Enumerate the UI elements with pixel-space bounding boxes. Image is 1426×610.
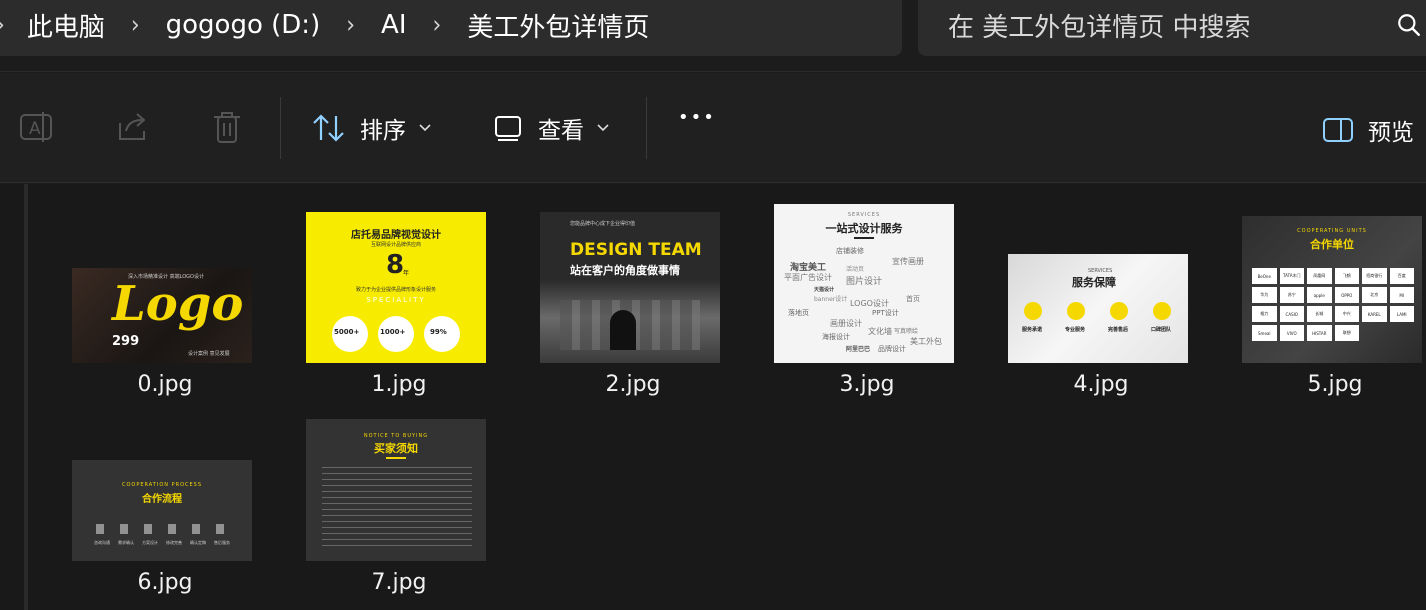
- more-icon: •••: [678, 107, 716, 128]
- view-icon: [495, 116, 521, 141]
- file-name[interactable]: 7.jpg: [294, 570, 504, 595]
- partner-logo: 苏宁: [1279, 287, 1304, 303]
- partner-logo: 凤凰网: [1307, 268, 1332, 284]
- partner-logo: 北京: [1362, 287, 1387, 303]
- chevron-right-icon[interactable]: ›: [131, 11, 140, 39]
- view-button[interactable]: 查看: [494, 111, 610, 145]
- search-icon[interactable]: [1396, 12, 1422, 38]
- partner-logo: OPPO: [1334, 287, 1359, 303]
- trash-icon: [214, 112, 240, 143]
- partner-logo: BeOne: [1252, 268, 1277, 284]
- preview-pane-icon: [1323, 118, 1353, 142]
- breadcrumb-ai[interactable]: AI: [381, 10, 406, 40]
- partner-logo: apple: [1307, 287, 1332, 303]
- file-thumbnail: SERVICES 一站式设计服务 店铺装修 宣传画册 淘宝美工 平面广告设计 图…: [774, 204, 954, 363]
- sort-icon: [313, 114, 344, 142]
- preview-pane-button[interactable]: 预览: [1322, 113, 1414, 147]
- partner-logo: MI: [1389, 287, 1414, 303]
- search-box[interactable]: 在 美工外包详情页 中搜索: [918, 0, 1426, 56]
- file-thumbnail: COOPERATION PROCESS 合作流程 咨询沟通 需求确认 方案设计 …: [72, 460, 252, 561]
- view-label: 查看: [538, 118, 584, 144]
- partner-logo: 招商银行: [1362, 268, 1387, 284]
- partner-logo: 格力: [1252, 306, 1277, 322]
- file-item[interactable]: 深入市场精准设计 高端LOGO设计 Logo 299 设计案例 意见发展 0.j…: [60, 212, 270, 402]
- breadcrumb-current-folder[interactable]: 美工外包详情页: [467, 7, 649, 44]
- chevron-down-icon: [419, 124, 431, 132]
- sort-button[interactable]: 排序: [312, 111, 432, 145]
- file-item[interactable]: 您能品牌中心成下企业得印值 DESIGN TEAM 站在客户的角度做事情 2.j…: [528, 212, 738, 402]
- file-item[interactable]: 店托易品牌视觉设计 互联网设计品牌供应商 8 年 致力于为企业提供品牌形象设计服…: [294, 212, 504, 402]
- chevron-down-icon: [597, 124, 609, 132]
- file-item[interactable]: SERVICES 服务保障 服务承诺 专业服务 完善售后 口碑团队 4.jpg: [996, 212, 1206, 402]
- file-thumbnail: 您能品牌中心成下企业得印值 DESIGN TEAM 站在客户的角度做事情: [540, 212, 720, 363]
- partner-logo: KAREL: [1362, 306, 1387, 322]
- address-bar[interactable]: › 此电脑 › gogogo (D:) › AI › 美工外包详情页: [0, 0, 902, 56]
- file-thumbnail: NOTICE TO BUYING 买家须知: [306, 419, 486, 561]
- title-bar: › 此电脑 › gogogo (D:) › AI › 美工外包详情页 在 美工外…: [0, 0, 1426, 72]
- partner-logo: 百度: [1389, 268, 1414, 284]
- file-name[interactable]: 0.jpg: [60, 372, 270, 397]
- file-item[interactable]: COOPERATING UNITS 合作单位 BeOne TATA木门 凤凰网 飞鹤招…: [1230, 212, 1426, 402]
- partner-logo: 长城: [1307, 306, 1332, 322]
- more-options-button[interactable]: •••: [678, 107, 716, 128]
- nav-pane-edge: [24, 184, 28, 610]
- file-thumbnail: 深入市场精准设计 高端LOGO设计 Logo 299 设计案例 意见发展: [72, 268, 252, 363]
- chevron-right-icon[interactable]: ›: [433, 11, 442, 39]
- logo-grid: BeOne TATA木门 凤凰网 飞鹤 招商银行 百度华为 苏宁 apple OPPO 北京 MI 格…: [1252, 268, 1414, 341]
- partner-logo: 联想: [1334, 325, 1359, 341]
- breadcrumb-drive[interactable]: gogogo (D:): [166, 10, 321, 40]
- partner-logo: LAMI: [1389, 306, 1414, 322]
- partner-logo: TATA木门: [1279, 268, 1304, 284]
- file-item[interactable]: NOTICE TO BUYING 买家须知 7.jpg: [294, 410, 504, 600]
- sort-label: 排序: [360, 118, 406, 144]
- partner-logo: VIVO: [1279, 325, 1304, 341]
- partner-logo: Smeal: [1252, 325, 1277, 341]
- file-name[interactable]: 3.jpg: [762, 372, 972, 397]
- file-name[interactable]: 1.jpg: [294, 372, 504, 397]
- partner-logo: HISTAR: [1307, 325, 1332, 341]
- partner-logo: 飞鹤: [1334, 268, 1359, 284]
- command-bar: A 排序 查看 ••• 预览: [0, 73, 1426, 183]
- breadcrumb-this-pc[interactable]: 此电脑: [27, 7, 105, 44]
- chevron-right-icon[interactable]: ›: [0, 11, 5, 39]
- share-icon: [119, 113, 146, 140]
- file-item[interactable]: SERVICES 一站式设计服务 店铺装修 宣传画册 淘宝美工 平面广告设计 图…: [762, 204, 972, 402]
- svg-text:A: A: [29, 119, 41, 139]
- rename-button[interactable]: A: [18, 109, 54, 145]
- file-list-pane[interactable]: 深入市场精准设计 高端LOGO设计 Logo 299 设计案例 意见发展 0.j…: [0, 184, 1426, 610]
- rename-icon: A: [20, 112, 52, 142]
- file-name[interactable]: 2.jpg: [528, 372, 738, 397]
- file-thumbnail: COOPERATING UNITS 合作单位 BeOne TATA木门 凤凰网 飞鹤招…: [1242, 216, 1422, 363]
- delete-button[interactable]: [210, 109, 244, 145]
- preview-label: 预览: [1368, 120, 1414, 146]
- partner-logo: 华为: [1252, 287, 1277, 303]
- partner-logo: CASIO: [1279, 306, 1304, 322]
- search-input[interactable]: 在 美工外包详情页 中搜索: [948, 7, 1251, 44]
- share-button[interactable]: [114, 109, 150, 145]
- toolbar-divider: [646, 97, 647, 159]
- file-thumbnail: SERVICES 服务保障 服务承诺 专业服务 完善售后 口碑团队: [1008, 254, 1188, 363]
- file-name[interactable]: 5.jpg: [1230, 372, 1426, 397]
- file-name[interactable]: 6.jpg: [60, 570, 270, 595]
- file-thumbnail: 店托易品牌视觉设计 互联网设计品牌供应商 8 年 致力于为企业提供品牌形象设计服…: [306, 212, 486, 363]
- chevron-right-icon[interactable]: ›: [346, 11, 355, 39]
- partner-logo: 中兴: [1334, 306, 1359, 322]
- file-item[interactable]: COOPERATION PROCESS 合作流程 咨询沟通 需求确认 方案设计 …: [60, 410, 270, 600]
- file-name[interactable]: 4.jpg: [996, 372, 1206, 397]
- toolbar-divider: [280, 97, 281, 159]
